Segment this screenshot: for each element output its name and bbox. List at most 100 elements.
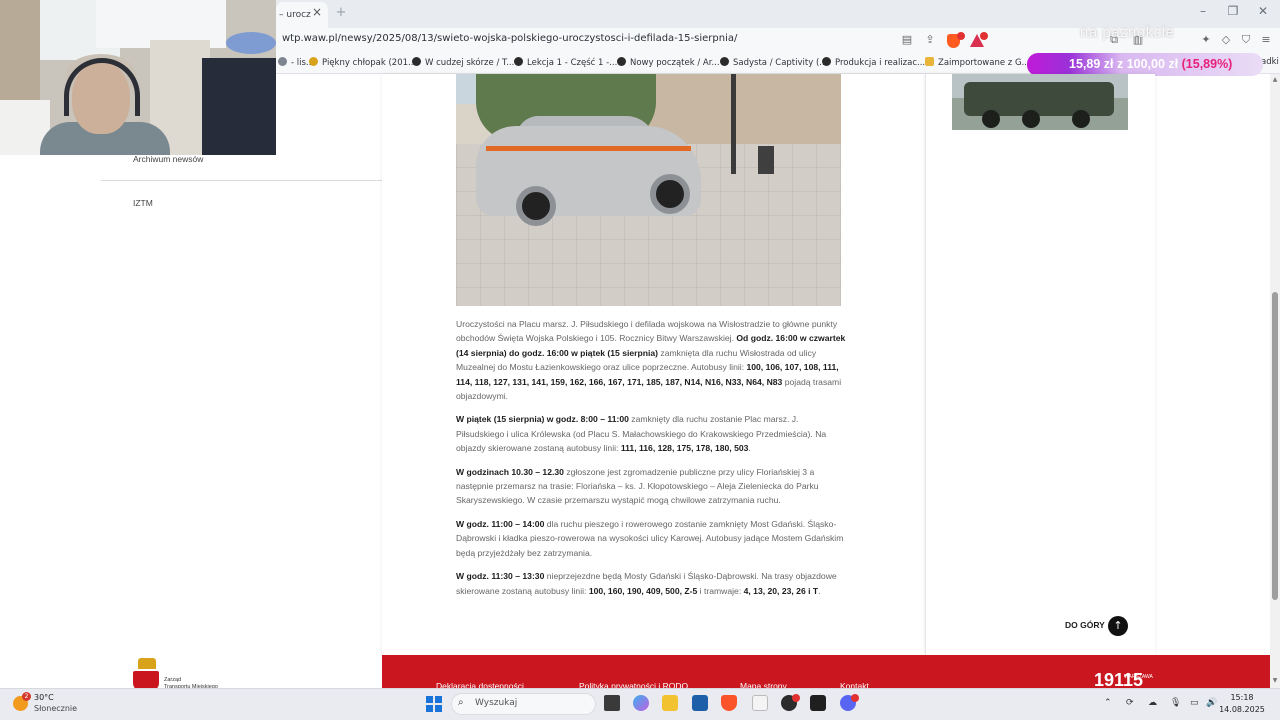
copilot-icon[interactable] [633, 695, 649, 711]
tram-lines: 4, 13, 20, 23, 26 i T [743, 585, 819, 596]
bookmark-label: Piękny chłopak (201... [322, 58, 417, 68]
notepad-icon[interactable] [752, 695, 768, 711]
paragraph-text: . [818, 585, 821, 596]
discord-badge [851, 694, 859, 702]
windows-start-icon[interactable] [426, 696, 442, 712]
bookmark-icon [720, 57, 729, 66]
clock-date[interactable]: 14.08.2025 [1217, 705, 1267, 714]
task-view-icon[interactable] [604, 695, 620, 711]
bookmark-item[interactable]: W cudzej skórze / T... [412, 57, 514, 71]
window-minimize-button[interactable]: – [1190, 4, 1216, 22]
paragraph-highlight: W godz. 11:30 – 13:30 [456, 571, 545, 582]
speaker-icon[interactable]: 🔊 [1206, 698, 1217, 708]
rewards-badge [980, 32, 988, 40]
bookmark-label: Sadysta / Captivity (... [733, 58, 828, 68]
bookmark-label: Zaimportowane z G... [938, 58, 1030, 68]
wallet-icon[interactable]: ◇ [1218, 33, 1234, 49]
bus-lines: 111, 116, 128, 175, 178, 180, 503 [620, 443, 749, 454]
article-paragraph: Uroczystości na Placu marsz. J. Piłsudsk… [456, 317, 848, 403]
photo-car-stripe [486, 146, 691, 151]
scroll-down-icon[interactable]: ▼ [1270, 677, 1280, 687]
bookmark-item[interactable]: Piękny chłopak (201... [309, 57, 416, 71]
sidebar-link-archive[interactable]: Archiwum newsów [133, 154, 203, 164]
brave-browser-icon[interactable] [721, 695, 737, 711]
article-paragraph: W godz. 11:30 – 13:30 nieprzejezdne będą… [456, 569, 848, 598]
article-body: Uroczystości na Placu marsz. J. Piłsudsk… [456, 317, 848, 607]
right-column [925, 74, 1155, 655]
bookmark-item[interactable]: Produkcja i realizac... [822, 57, 925, 71]
chevron-up-icon[interactable]: ⌃ [1104, 698, 1112, 708]
bookmark-icon [278, 57, 287, 66]
window-restore-button[interactable]: ❐ [1220, 4, 1246, 22]
warsaw-logo-label: WARSZAWA [1124, 674, 1153, 680]
sidebar-photo-wheel [1072, 110, 1090, 128]
paragraph-highlight: W piątek (15 sierpnia) w godz. 8:00 – 11… [456, 414, 629, 425]
sidebar-photo-wheel [1022, 110, 1040, 128]
donation-goal-bar: 15,89 zł z 100,00 zł (15,89%) [1027, 53, 1263, 76]
scroll-up-icon[interactable]: ▲ [1270, 76, 1280, 86]
reader-mode-icon[interactable]: ▤ [899, 33, 915, 49]
sidebar-photo-wheel [982, 110, 1000, 128]
sidebar-link-iztm[interactable]: IZTM [133, 198, 153, 208]
cloud-icon[interactable]: ☁ [1148, 698, 1157, 708]
arrow-up-icon[interactable]: ↑ [1108, 616, 1128, 636]
crown-icon [138, 658, 156, 669]
donation-of: z [1116, 57, 1124, 71]
bookmark-label: Lekcja 1 - Część 1 -... [527, 58, 618, 68]
bookmark-label: W cudzej skórze / T... [425, 58, 515, 68]
bookmark-folder[interactable]: Zaimportowane z G... [925, 57, 1030, 71]
microphone-icon[interactable]: 🎙 [1170, 698, 1181, 708]
taskbar-search-input[interactable] [451, 693, 596, 715]
back-to-top-label[interactable]: DO GÓRY [1065, 620, 1105, 630]
bookmark-icon [617, 57, 626, 66]
stream-watermark: na paznokcie [1080, 24, 1175, 41]
tab-close-icon[interactable]: × [310, 5, 324, 21]
photo-car-wheel [516, 186, 556, 226]
search-placeholder: Wyszukaj [475, 698, 518, 708]
search-icon: ⌕ [458, 697, 464, 708]
paragraph-highlight: W godz. 11:00 – 14:00 [456, 518, 545, 529]
bookmark-label: Nowy początek / Ar... [630, 58, 720, 68]
photo-bin [758, 146, 774, 174]
folder-icon [925, 57, 934, 66]
menu-icon[interactable]: ≡ [1258, 33, 1274, 49]
bookmark-icon [412, 57, 421, 66]
article-paragraph: W godzinach 10.30 – 12.30 zgłoszone jest… [456, 465, 848, 508]
article-photo [456, 74, 841, 306]
paragraph-text: . [748, 443, 751, 454]
webcam-lamp [226, 32, 276, 54]
scrollbar-thumb[interactable] [1272, 292, 1278, 600]
leo-ai-icon[interactable]: ✦ [1198, 33, 1214, 49]
donation-percent: (15,89%) [1181, 57, 1233, 71]
article-paragraph: W piątek (15 sierpnia) w godz. 8:00 – 11… [456, 412, 848, 455]
shields-badge [957, 32, 965, 40]
bookmark-item[interactable]: Lekcja 1 - Część 1 -... [514, 57, 617, 71]
sidebar-divider [101, 180, 382, 181]
bookmark-item[interactable]: Nowy początek / Ar... [617, 57, 720, 71]
photo-car-wheel [650, 174, 690, 214]
bookmark-icon [514, 57, 523, 66]
weather-temperature[interactable]: 30°C [34, 693, 54, 702]
tab-title: – urocz [279, 10, 311, 20]
photo-lamp-post [731, 74, 736, 174]
bookmark-item[interactable]: Sadysta / Captivity (... [720, 57, 827, 71]
sync-icon[interactable]: ⟳ [1126, 698, 1134, 708]
url-field[interactable]: wtp.waw.pl/newsy/2025/08/13/swieto-wojsk… [282, 33, 852, 49]
share-icon[interactable]: ⇪ [922, 33, 938, 49]
network-icon[interactable]: ▭ [1190, 698, 1199, 708]
weather-condition[interactable]: Słonecznie [34, 704, 77, 713]
vpn-icon[interactable]: ⛉ [1238, 33, 1254, 49]
sidebar-photo[interactable] [952, 74, 1128, 130]
microsoft-store-icon[interactable] [692, 695, 708, 711]
terminal-icon[interactable] [810, 695, 826, 711]
paragraph-text: i tramwaje: [699, 585, 742, 596]
bus-lines: 100, 160, 190, 409, 500, Z-5 [588, 585, 698, 596]
new-tab-icon[interactable]: + [334, 5, 348, 21]
paragraph-highlight: W godzinach 10.30 – 12.30 [456, 466, 564, 477]
donation-goal: 100,00 zł [1126, 57, 1179, 71]
window-close-button[interactable]: ✕ [1250, 4, 1276, 22]
file-explorer-icon[interactable] [662, 695, 678, 711]
bookmark-label: Produkcja i realizac... [835, 58, 926, 68]
article-paragraph: W godz. 11:00 – 14:00 dla ruchu pieszego… [456, 517, 848, 560]
clock-time[interactable]: 15:18 [1217, 693, 1267, 702]
